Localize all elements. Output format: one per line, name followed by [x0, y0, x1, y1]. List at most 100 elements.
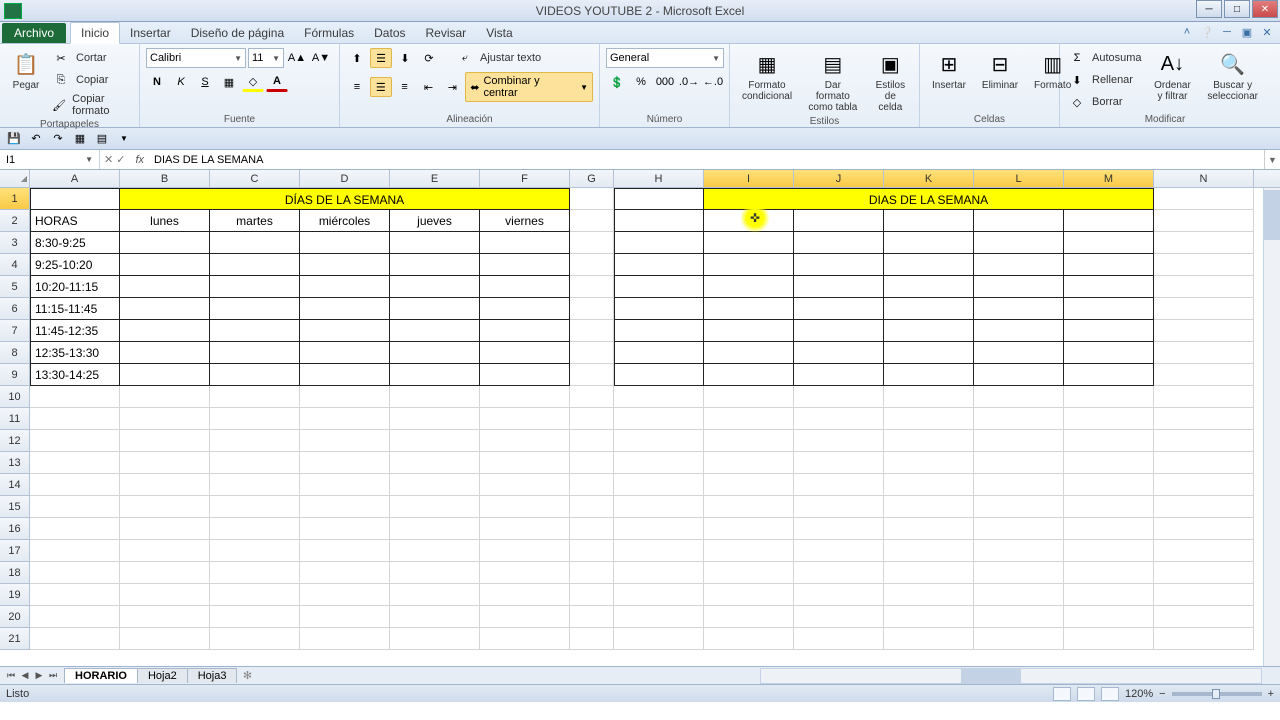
cell-M4[interactable]	[1064, 254, 1154, 276]
cell-F7[interactable]	[480, 320, 570, 342]
row-header-8[interactable]: 8	[0, 342, 30, 364]
cell-C6[interactable]	[210, 298, 300, 320]
qat-customize-icon[interactable]: ▼	[114, 130, 134, 148]
cell-B7[interactable]	[120, 320, 210, 342]
cell-B8[interactable]	[120, 342, 210, 364]
cell-E4[interactable]	[390, 254, 480, 276]
row-header-6[interactable]: 6	[0, 298, 30, 320]
cell-K20[interactable]	[884, 606, 974, 628]
view-break-icon[interactable]	[1101, 687, 1119, 701]
cell-B15[interactable]	[120, 496, 210, 518]
cell-M16[interactable]	[1064, 518, 1154, 540]
help-icon[interactable]: ❔	[1200, 25, 1214, 39]
row-header-5[interactable]: 5	[0, 276, 30, 298]
row-header-15[interactable]: 15	[0, 496, 30, 518]
borders-button[interactable]: ▦	[218, 72, 240, 92]
cell-C8[interactable]	[210, 342, 300, 364]
cell-F4[interactable]	[480, 254, 570, 276]
cell-L5[interactable]	[974, 276, 1064, 298]
new-sheet-icon[interactable]: ✻	[236, 669, 258, 682]
cell-L16[interactable]	[974, 518, 1064, 540]
minimize-button[interactable]: ─	[1196, 0, 1222, 18]
cell-N19[interactable]	[1154, 584, 1254, 606]
cell-E6[interactable]	[390, 298, 480, 320]
sort-filter-button[interactable]: A↓Ordenar y filtrar	[1148, 48, 1198, 104]
cell-H13[interactable]	[614, 452, 704, 474]
cell-H2[interactable]	[614, 210, 704, 232]
cell-E8[interactable]	[390, 342, 480, 364]
sheet-tab-hoja3[interactable]: Hoja3	[187, 668, 238, 683]
copy-icon[interactable]: ⎘	[50, 70, 72, 90]
cell-N14[interactable]	[1154, 474, 1254, 496]
cell-I11[interactable]	[704, 408, 794, 430]
sheet-tab-hoja2[interactable]: Hoja2	[137, 668, 188, 683]
close-button[interactable]: ✕	[1252, 0, 1278, 18]
cell-L19[interactable]	[974, 584, 1064, 606]
cell-N12[interactable]	[1154, 430, 1254, 452]
cell-B13[interactable]	[120, 452, 210, 474]
cell-J21[interactable]	[794, 628, 884, 650]
cell-E3[interactable]	[390, 232, 480, 254]
align-right-icon[interactable]: ≡	[394, 77, 416, 97]
cell-H17[interactable]	[614, 540, 704, 562]
cell-M3[interactable]	[1064, 232, 1154, 254]
cell-L11[interactable]	[974, 408, 1064, 430]
window-close-icon[interactable]: ✕	[1260, 25, 1274, 39]
merge-center-button[interactable]: ⬌Combinar y centrar▼	[465, 72, 593, 102]
align-left-icon[interactable]: ≡	[346, 77, 368, 97]
cell-G16[interactable]	[570, 518, 614, 540]
increase-decimal-icon[interactable]: .0→	[678, 72, 700, 92]
cell-K7[interactable]	[884, 320, 974, 342]
cell-D11[interactable]	[300, 408, 390, 430]
cell-L14[interactable]	[974, 474, 1064, 496]
cell-C14[interactable]	[210, 474, 300, 496]
cell-E14[interactable]	[390, 474, 480, 496]
cell-I8[interactable]	[704, 342, 794, 364]
col-header-N[interactable]: N	[1154, 170, 1254, 187]
format-table-button[interactable]: ▤Dar formato como tabla	[802, 48, 864, 115]
cell-E21[interactable]	[390, 628, 480, 650]
cell-D20[interactable]	[300, 606, 390, 628]
cell-L21[interactable]	[974, 628, 1064, 650]
cell-N20[interactable]	[1154, 606, 1254, 628]
cell-I12[interactable]	[704, 430, 794, 452]
cell-A4[interactable]: 9:25-10:20	[30, 254, 120, 276]
cell-A13[interactable]	[30, 452, 120, 474]
cell-D5[interactable]	[300, 276, 390, 298]
cell-G12[interactable]	[570, 430, 614, 452]
cell-F2[interactable]: viernes	[480, 210, 570, 232]
cell-E11[interactable]	[390, 408, 480, 430]
cell-F19[interactable]	[480, 584, 570, 606]
row-header-9[interactable]: 9	[0, 364, 30, 386]
cell-E17[interactable]	[390, 540, 480, 562]
col-header-K[interactable]: K	[884, 170, 974, 187]
decrease-decimal-icon[interactable]: ←.0	[702, 72, 724, 92]
zoom-slider[interactable]	[1172, 692, 1262, 696]
currency-icon[interactable]: 💲	[606, 72, 628, 92]
col-header-H[interactable]: H	[614, 170, 704, 187]
cell-I17[interactable]	[704, 540, 794, 562]
increase-font-icon[interactable]: A▲	[286, 48, 308, 68]
autosum-button[interactable]: Autosuma	[1090, 51, 1144, 65]
cell-N7[interactable]	[1154, 320, 1254, 342]
cell-B1[interactable]: DÍAS DE LA SEMANA	[120, 188, 570, 210]
cell-G10[interactable]	[570, 386, 614, 408]
cell-I6[interactable]	[704, 298, 794, 320]
cell-G21[interactable]	[570, 628, 614, 650]
cell-M11[interactable]	[1064, 408, 1154, 430]
cell-N8[interactable]	[1154, 342, 1254, 364]
percent-icon[interactable]: %	[630, 72, 652, 92]
cell-F3[interactable]	[480, 232, 570, 254]
cell-B10[interactable]	[120, 386, 210, 408]
align-middle-icon[interactable]: ☰	[370, 48, 392, 68]
cell-F14[interactable]	[480, 474, 570, 496]
cell-E18[interactable]	[390, 562, 480, 584]
cell-H15[interactable]	[614, 496, 704, 518]
col-header-A[interactable]: A	[30, 170, 120, 187]
cell-I13[interactable]	[704, 452, 794, 474]
align-center-icon[interactable]: ☰	[370, 77, 392, 97]
cell-H21[interactable]	[614, 628, 704, 650]
conditional-format-button[interactable]: ▦Formato condicional	[736, 48, 798, 104]
cell-F11[interactable]	[480, 408, 570, 430]
cell-A15[interactable]	[30, 496, 120, 518]
